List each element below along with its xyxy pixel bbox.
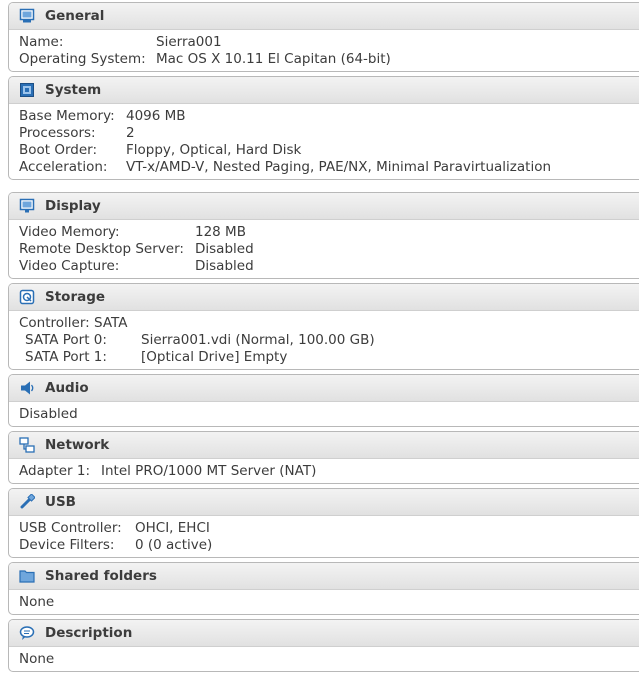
description-title: Description	[45, 625, 133, 641]
sata-port1-label: SATA Port 1:	[25, 349, 107, 365]
storage-header[interactable]: Storage	[9, 284, 639, 311]
network-adapter-row: Adapter 1: Intel PRO/1000 MT Server (NAT…	[19, 463, 639, 480]
video-memory-label: Video Memory:	[19, 224, 120, 240]
usb-controller-value: OHCI, EHCI	[135, 520, 210, 536]
device-filters-label: Device Filters:	[19, 537, 115, 553]
system-processors-row: Processors: 2	[19, 125, 639, 142]
system-accel-row: Acceleration: VT-x/AMD-V, Nested Paging,…	[19, 159, 639, 176]
usb-panel: USB USB Controller: OHCI, EHCI Device Fi…	[8, 488, 639, 558]
network-title: Network	[45, 437, 110, 453]
description-value: None	[19, 651, 55, 667]
shared-folders-row: None	[19, 594, 639, 611]
memory-value: 4096 MB	[126, 108, 186, 124]
sata-port1-value: [Optical Drive] Empty	[141, 349, 288, 365]
audio-panel: Audio Disabled	[8, 374, 639, 427]
remote-desktop-label: Remote Desktop Server:	[19, 241, 184, 257]
chip-icon	[20, 83, 34, 97]
usb-title: USB	[45, 494, 76, 510]
name-label: Name:	[19, 34, 64, 50]
processors-label: Processors:	[19, 125, 96, 141]
system-panel: System Base Memory: 4096 MB Processors: …	[8, 76, 639, 180]
system-memory-row: Base Memory: 4096 MB	[19, 108, 639, 125]
sata-port0-value: Sierra001.vdi (Normal, 100.00 GB)	[141, 332, 375, 348]
storage-port1-row: SATA Port 1: [Optical Drive] Empty	[19, 349, 639, 366]
network-icon	[19, 437, 35, 453]
display-vmem-row: Video Memory: 128 MB	[19, 224, 639, 241]
display-rds-row: Remote Desktop Server: Disabled	[19, 241, 639, 258]
name-value: Sierra001	[156, 34, 222, 50]
video-capture-value: Disabled	[195, 258, 254, 274]
display-icon	[19, 198, 35, 213]
boot-order-label: Boot Order:	[19, 142, 98, 158]
monitor-icon	[19, 8, 35, 23]
adapter-label: Adapter 1:	[19, 463, 90, 479]
shared-folders-header[interactable]: Shared folders	[9, 563, 639, 590]
network-panel: Network Adapter 1: Intel PRO/1000 MT Ser…	[8, 431, 639, 484]
usb-filters-row: Device Filters: 0 (0 active)	[19, 537, 639, 554]
os-label: Operating System:	[19, 51, 146, 67]
display-capture-row: Video Capture: Disabled	[19, 258, 639, 275]
remote-desktop-value: Disabled	[195, 241, 254, 257]
storage-controller-row: Controller: SATA	[19, 315, 639, 332]
shared-folders-panel: Shared folders None	[8, 562, 639, 615]
memory-label: Base Memory:	[19, 108, 115, 124]
general-title: General	[45, 8, 105, 24]
storage-controller: Controller: SATA	[19, 315, 128, 331]
boot-order-value: Floppy, Optical, Hard Disk	[126, 142, 302, 158]
general-header[interactable]: General	[9, 3, 639, 30]
audio-status: Disabled	[19, 406, 78, 422]
audio-title: Audio	[45, 380, 89, 396]
video-memory-value: 128 MB	[195, 224, 246, 240]
display-panel: Display Video Memory: 128 MB Remote Desk…	[8, 192, 639, 279]
storage-panel: Storage Controller: SATA SATA Port 0: Si…	[8, 283, 639, 370]
video-capture-label: Video Capture:	[19, 258, 120, 274]
acceleration-label: Acceleration:	[19, 159, 108, 175]
usb-controller-label: USB Controller:	[19, 520, 122, 536]
speaker-icon	[21, 381, 34, 395]
shared-folders-title: Shared folders	[45, 568, 157, 584]
audio-status-row: Disabled	[19, 406, 639, 423]
description-panel: Description None	[8, 619, 639, 672]
usb-controller-row: USB Controller: OHCI, EHCI	[19, 520, 639, 537]
storage-icon	[19, 289, 35, 305]
general-panel: General Name: Sierra001 Operating System…	[8, 2, 639, 72]
system-header[interactable]: System	[9, 77, 639, 104]
audio-header[interactable]: Audio	[9, 375, 639, 402]
storage-port0-row: SATA Port 0: Sierra001.vdi (Normal, 100.…	[19, 332, 639, 349]
folder-icon	[19, 570, 35, 583]
acceleration-value: VT-x/AMD-V, Nested Paging, PAE/NX, Minim…	[126, 159, 552, 175]
shared-folders-value: None	[19, 594, 55, 610]
device-filters-value: 0 (0 active)	[135, 537, 213, 553]
sata-port0-label: SATA Port 0:	[25, 332, 107, 348]
general-os-row: Operating System: Mac OS X 10.11 El Capi…	[19, 51, 639, 68]
display-title: Display	[45, 198, 101, 214]
usb-header[interactable]: USB	[9, 489, 639, 516]
network-header[interactable]: Network	[9, 432, 639, 459]
os-value: Mac OS X 10.11 El Capitan (64-bit)	[156, 51, 391, 67]
storage-title: Storage	[45, 289, 106, 305]
processors-value: 2	[126, 125, 135, 141]
speech-bubble-icon	[19, 626, 35, 640]
description-row: None	[19, 651, 639, 668]
usb-icon	[20, 494, 35, 509]
description-header[interactable]: Description	[9, 620, 639, 647]
system-boot-row: Boot Order: Floppy, Optical, Hard Disk	[19, 142, 639, 159]
general-name-row: Name: Sierra001	[19, 34, 639, 51]
display-header[interactable]: Display	[9, 193, 639, 220]
system-title: System	[45, 82, 102, 98]
adapter-value: Intel PRO/1000 MT Server (NAT)	[101, 463, 317, 479]
